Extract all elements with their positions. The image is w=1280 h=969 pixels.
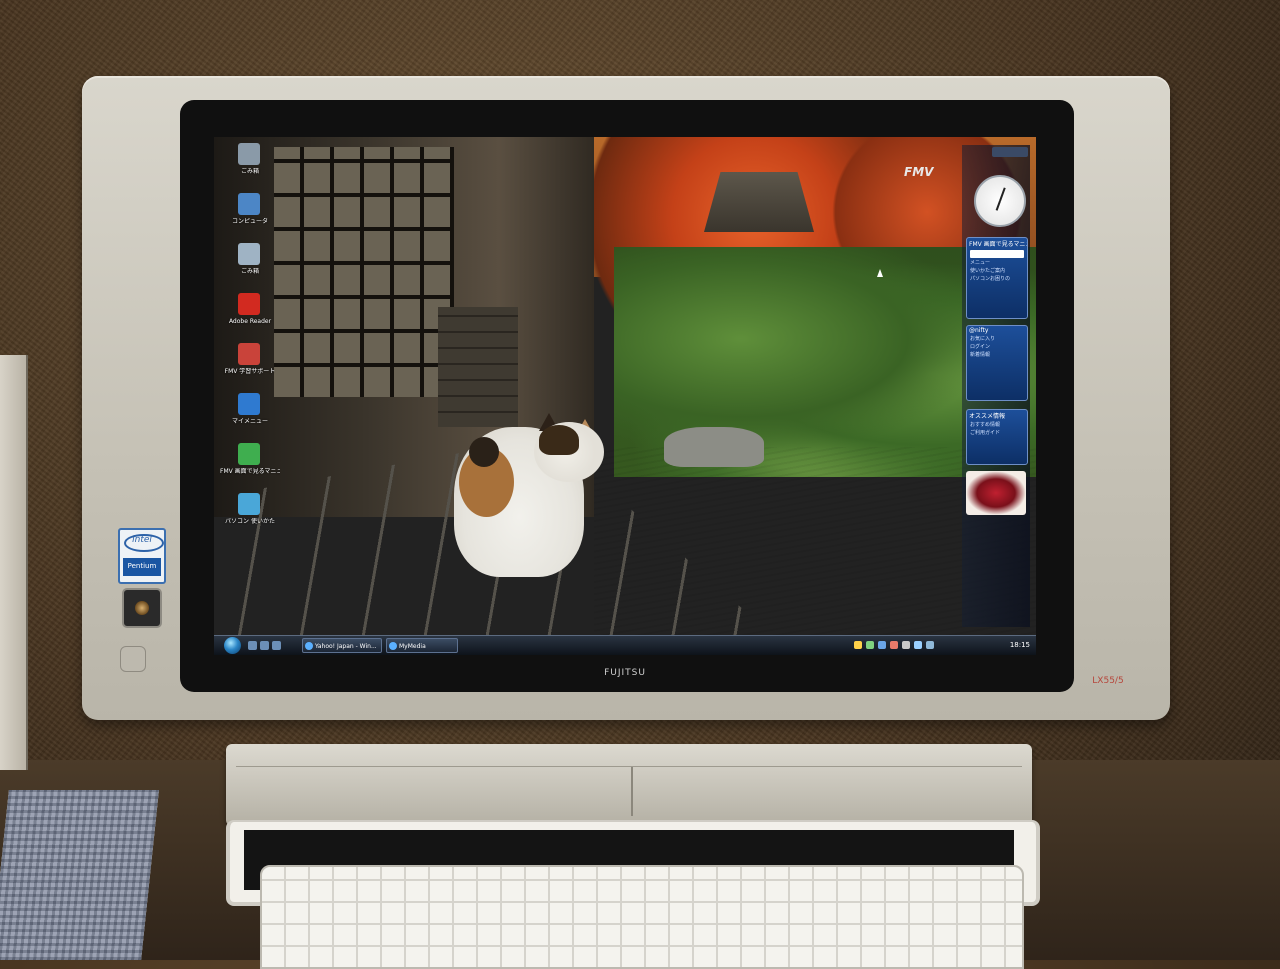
manual-gadget[interactable]: FMV 画面で見るマニュアル メニュー 使いかたご案内 パソコンお困りの: [966, 237, 1028, 319]
tray-icon[interactable]: [866, 641, 874, 649]
guide-icon: [238, 493, 260, 515]
intel-badge: intel Pentium: [118, 528, 166, 584]
wallpaper-stone: [664, 427, 764, 467]
cat-head-patch: [539, 425, 579, 455]
gadget-line[interactable]: ログイン: [967, 343, 1027, 351]
start-button-icon[interactable]: [224, 637, 241, 654]
recommend-gadget[interactable]: オススメ情報 おすすめ情報 ご利用ガイド: [966, 409, 1028, 465]
desktop-icon[interactable]: パソコン 使いかた: [220, 491, 280, 541]
monitor-stand: [226, 744, 1032, 826]
desktop-icon[interactable]: FMV 画面で見るマニュアル: [220, 441, 280, 491]
checkered-cloth: [0, 790, 159, 960]
volume-icon[interactable]: [914, 641, 922, 649]
clock-hand: [995, 200, 1001, 211]
stand-line: [236, 766, 1022, 767]
desktop-icons: ごみ箱 コンピュータ ごみ箱 Adobe Reader FMV 学習サポート マ…: [220, 141, 280, 541]
gadget-title: オススメ情報: [969, 413, 1006, 420]
desktop-icon-label: Adobe Reader: [228, 318, 272, 325]
desktop-icon[interactable]: マイメニュー: [220, 391, 280, 441]
computer-icon: [238, 193, 260, 215]
taskbar-button[interactable]: Yahoo! Japan - Win...: [302, 638, 382, 653]
desktop-icon-label: ごみ箱: [240, 268, 259, 275]
clock-hand: [999, 187, 1006, 202]
desktop-icon[interactable]: ごみ箱: [220, 141, 280, 191]
clock-gadget[interactable]: [974, 175, 1026, 227]
model-badge: LX55/5: [1092, 676, 1124, 686]
gadget-line[interactable]: ご利用ガイド: [967, 429, 1027, 437]
gadget-line[interactable]: パソコンお困りの: [967, 275, 1027, 283]
desktop-icon-label: ごみ箱: [240, 168, 259, 175]
pentium-text: Pentium: [127, 562, 157, 570]
desktop-icon[interactable]: Adobe Reader: [220, 291, 280, 341]
taskbar-button[interactable]: MyMedia: [386, 638, 458, 653]
photo-gadget[interactable]: [966, 471, 1026, 515]
desktop-icon[interactable]: FMV 学習サポート: [220, 341, 280, 391]
wallpaper-windows: [274, 147, 454, 397]
gadget-line[interactable]: 使いかたご案内: [967, 267, 1027, 275]
desktop-icon[interactable]: コンピュータ: [220, 191, 280, 241]
gadget-line[interactable]: 新着情報: [967, 351, 1027, 359]
adobe-reader-icon: [238, 293, 260, 315]
taskbar-button-label: MyMedia: [399, 643, 426, 650]
brand-logo: FUJITSU: [604, 668, 646, 678]
clock-time[interactable]: 18:15: [1010, 638, 1030, 653]
desktop-icon-label: マイメニュー: [231, 418, 268, 425]
tray-icon[interactable]: [890, 641, 898, 649]
left-monitor-edge: [0, 355, 28, 770]
desktop-icon-label: FMV 学習サポート: [224, 368, 276, 375]
desktop-icon-label: パソコン 使いかた: [225, 518, 275, 525]
desktop-screen: FMV ごみ箱 コンピュータ ごみ箱 Adobe Reader FMV 学習サポ…: [214, 137, 1036, 655]
desktop-icon-label: FMV 画面で見るマニュアル: [220, 468, 280, 475]
media-icon: [389, 642, 397, 650]
mouse-cursor-icon: [877, 269, 883, 277]
fmv-logo: FMV: [904, 165, 934, 179]
gadget-title: @nifty: [969, 327, 989, 334]
desktop-icon-label: コンピュータ: [231, 218, 268, 225]
nifty-gadget[interactable]: @nifty お気に入り ログイン 新着情報: [966, 325, 1028, 401]
power-button: [122, 588, 162, 628]
sidebar-header[interactable]: [992, 147, 1028, 157]
quick-launch-icon[interactable]: [260, 641, 269, 650]
gadget-title: FMV 画面で見るマニュアル: [969, 241, 1027, 248]
tray-icon[interactable]: [902, 641, 910, 649]
quick-launch-icon[interactable]: [248, 641, 257, 650]
gadget-search-box[interactable]: [970, 250, 1024, 258]
taskbar-button-label: Yahoo! Japan - Win...: [315, 643, 377, 650]
wallpaper-roof: [704, 172, 814, 232]
recycle-bin-icon: [238, 143, 260, 165]
gadget-line[interactable]: おすすめ情報: [967, 421, 1027, 429]
gadget-line[interactable]: メニュー: [967, 259, 1027, 267]
system-tray: 18:15: [844, 638, 1034, 653]
power-icon: [135, 601, 149, 615]
small-button: [120, 646, 146, 672]
quick-launch-icon[interactable]: [272, 641, 281, 650]
manual-icon: [238, 443, 260, 465]
stand-split: [631, 766, 633, 816]
tray-icon[interactable]: [878, 641, 886, 649]
cat-patch: [469, 437, 499, 467]
network-icon[interactable]: [926, 641, 934, 649]
wallpaper-door: [438, 307, 518, 427]
desktop-icon[interactable]: ごみ箱: [220, 241, 280, 291]
taskbar: Yahoo! Japan - Win... MyMedia 18:15: [214, 635, 1036, 655]
support-icon: [238, 343, 260, 365]
gadget-line[interactable]: お気に入り: [967, 335, 1027, 343]
windows-sidebar: FMV 画面で見るマニュアル メニュー 使いかたご案内 パソコンお困りの @ni…: [962, 145, 1030, 627]
tray-icon[interactable]: [854, 641, 862, 649]
menu-icon: [238, 393, 260, 415]
trash-icon: [238, 243, 260, 265]
browser-icon: [305, 642, 313, 650]
keyboard: [260, 865, 1024, 969]
intel-text: intel: [132, 535, 152, 545]
